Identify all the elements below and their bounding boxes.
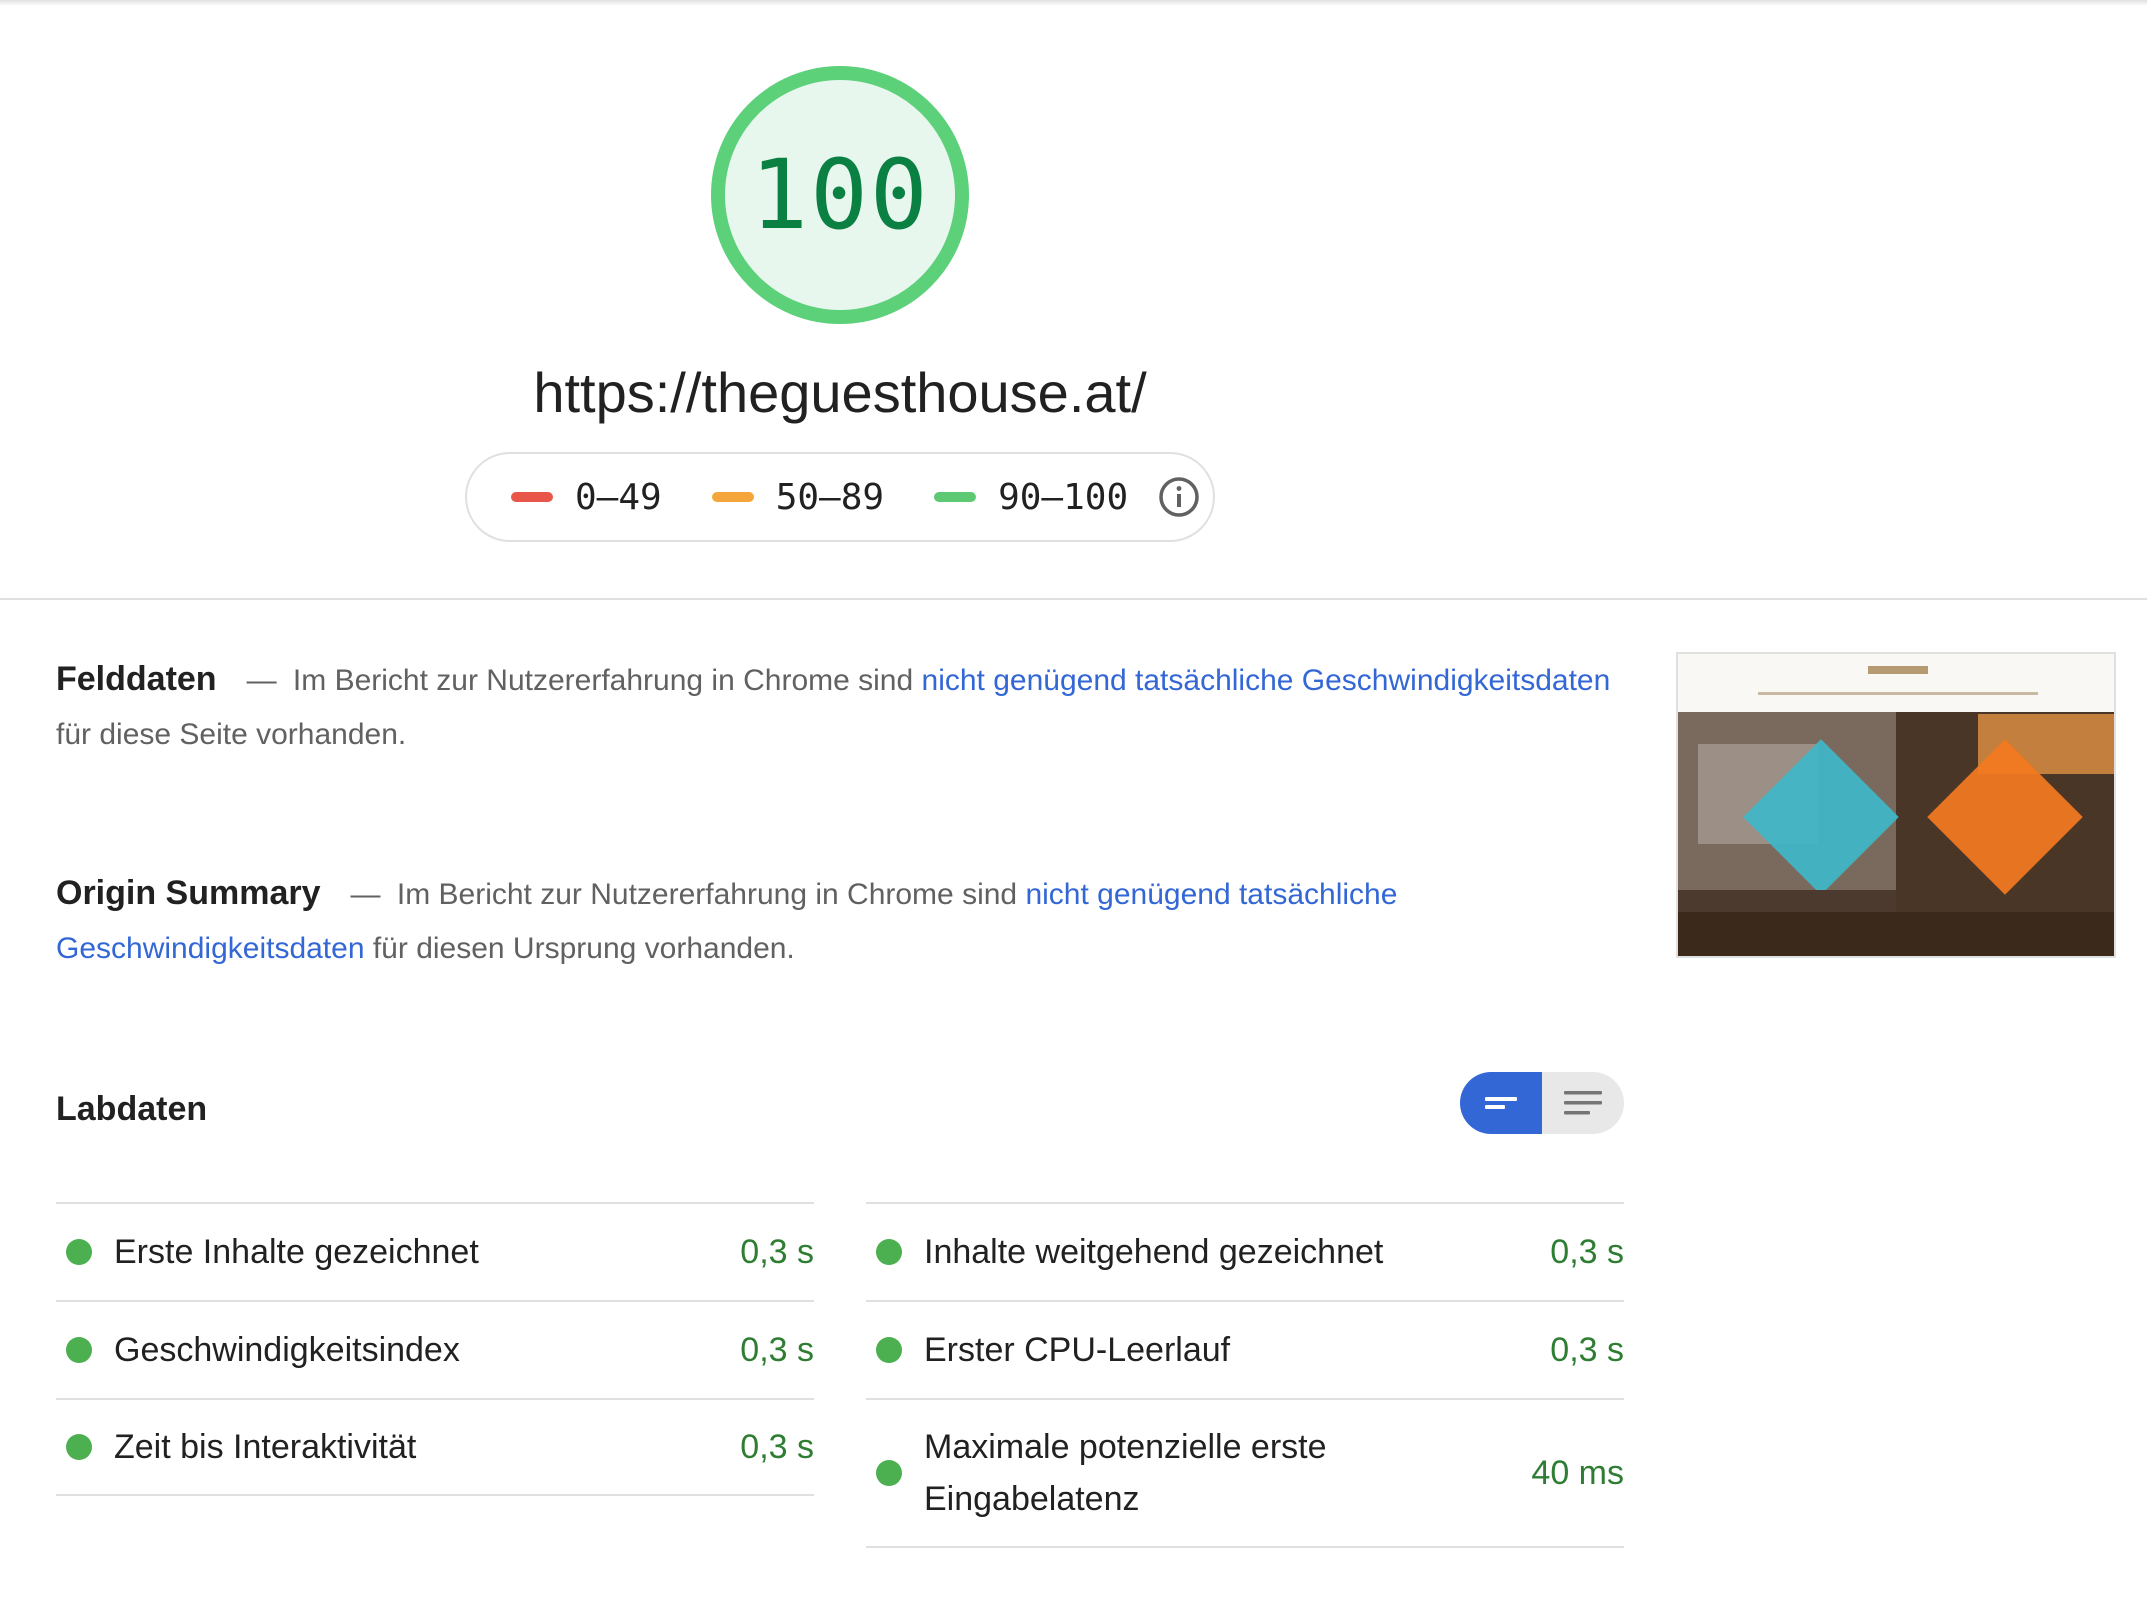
thumbnail-nav xyxy=(1758,692,2038,695)
metrics-column-left: Erste Inhalte gezeichnet 0,3 s Geschwind… xyxy=(56,1202,814,1496)
metrics-column-right: Inhalte weitgehend gezeichnet 0,3 s Erst… xyxy=(866,1202,1624,1548)
thumbnail-footer xyxy=(1678,912,2114,956)
detailed-view-icon xyxy=(1564,1091,1602,1115)
legend-swatch-green xyxy=(934,492,977,502)
metric-value: 0,3 s xyxy=(1550,1232,1624,1271)
metric-row: Geschwindigkeitsindex 0,3 s xyxy=(56,1300,814,1398)
metric-row: Zeit bis Interaktivität 0,3 s xyxy=(56,1398,814,1496)
pass-indicator-icon xyxy=(66,1337,92,1363)
metric-value: 40 ms xyxy=(1531,1453,1624,1492)
legend-range: 50–89 xyxy=(775,476,885,518)
score-legend: 0–49 50–89 90–100 xyxy=(465,452,1215,542)
field-data-text: Im Bericht zur Nutzererfahrung in Chrome… xyxy=(292,664,922,697)
lab-data-title: Labdaten xyxy=(56,1090,208,1128)
pass-indicator-icon xyxy=(876,1239,902,1265)
detailed-view-button[interactable] xyxy=(1542,1072,1624,1134)
performance-score-gauge: 100 xyxy=(707,62,973,328)
metric-label: Maximale potenzielle erste Eingabelatenz xyxy=(924,1428,1327,1518)
compact-view-icon xyxy=(1485,1097,1517,1109)
legend-item-fail: 0–49 xyxy=(511,477,662,518)
separator-dash: — xyxy=(350,878,381,911)
legend-swatch-orange xyxy=(711,492,754,502)
compact-view-button[interactable] xyxy=(1460,1072,1542,1134)
metric-label: Zeit bis Interaktivität xyxy=(114,1428,417,1466)
info-icon[interactable] xyxy=(1158,476,1200,518)
score-value: 100 xyxy=(750,139,930,251)
field-data-section: Felddaten — Im Bericht zur Nutzererfahrun… xyxy=(56,652,1616,762)
origin-summary-text: Im Bericht zur Nutzererfahrung in Chrome… xyxy=(396,878,1026,911)
field-data-link[interactable]: nicht genügend tatsächliche Geschwindigk… xyxy=(922,664,1611,697)
origin-summary-section: Origin Summary — Im Bericht zur Nutzererf… xyxy=(56,866,1616,976)
metric-row: Erster CPU-Leerlauf 0,3 s xyxy=(866,1300,1624,1398)
origin-summary-title: Origin Summary xyxy=(56,874,321,912)
legend-item-pass: 90–100 xyxy=(934,477,1128,518)
metric-label: Erste Inhalte gezeichnet xyxy=(114,1233,479,1271)
pass-indicator-icon xyxy=(876,1460,902,1486)
metric-label: Inhalte weitgehend gezeichnet xyxy=(924,1233,1384,1271)
metric-value: 0,3 s xyxy=(1550,1330,1624,1369)
metric-label: Erster CPU-Leerlauf xyxy=(924,1331,1231,1369)
pass-indicator-icon xyxy=(876,1337,902,1363)
field-data-title: Felddaten xyxy=(56,660,217,698)
thumbnail-logo xyxy=(1868,666,1928,674)
metric-value: 0,3 s xyxy=(740,1330,814,1369)
metric-row: Inhalte weitgehend gezeichnet 0,3 s xyxy=(866,1202,1624,1300)
pass-indicator-icon xyxy=(66,1239,92,1265)
legend-range: 0–49 xyxy=(575,476,662,518)
section-divider xyxy=(0,598,2147,600)
origin-summary-text-end: für diesen Ursprung vorhanden. xyxy=(364,932,795,965)
legend-item-average: 50–89 xyxy=(711,476,885,518)
legend-range: 90–100 xyxy=(998,476,1129,518)
thumbnail-header xyxy=(1678,654,2114,712)
metric-row: Maximale potenzielle erste Eingabelatenz… xyxy=(866,1398,1624,1548)
legend-swatch-red xyxy=(511,492,553,502)
field-data-text-end: für diese Seite vorhanden. xyxy=(56,718,407,751)
top-shadow xyxy=(0,0,2147,6)
metric-value: 0,3 s xyxy=(740,1427,814,1466)
pass-indicator-icon xyxy=(66,1434,92,1460)
metric-row: Erste Inhalte gezeichnet 0,3 s xyxy=(56,1202,814,1300)
separator-dash: — xyxy=(246,664,277,697)
page-url: https://theguesthouse.at/ xyxy=(533,361,1147,424)
view-toggle xyxy=(1460,1072,1624,1134)
metric-value: 0,3 s xyxy=(740,1232,814,1271)
metric-label: Geschwindigkeitsindex xyxy=(114,1331,460,1369)
page-screenshot-thumbnail xyxy=(1676,652,2116,958)
